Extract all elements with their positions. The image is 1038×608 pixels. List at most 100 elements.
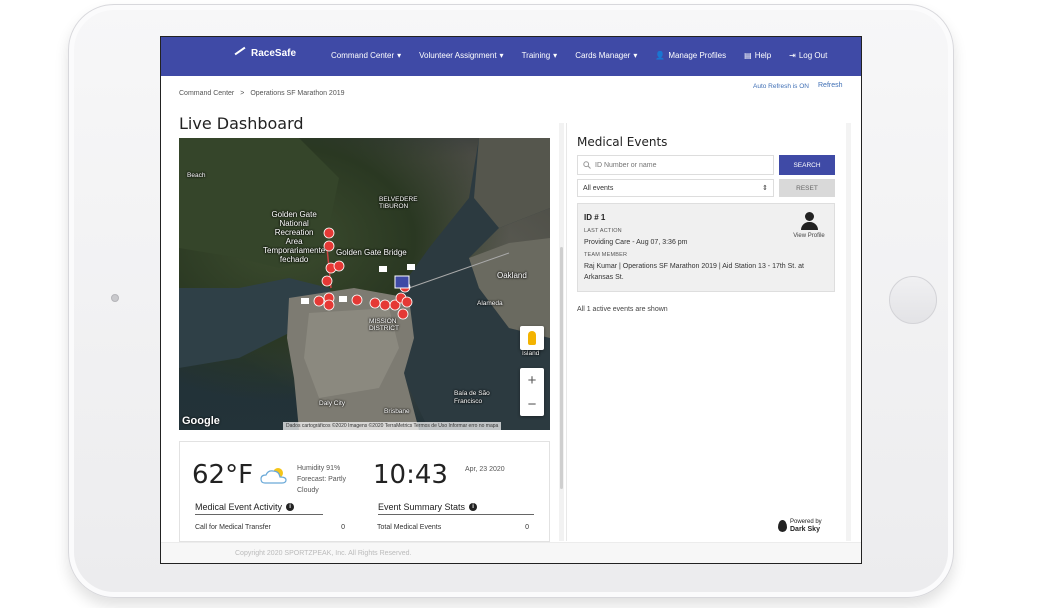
right-scrollbar[interactable]	[846, 123, 851, 541]
event-id: ID # 1	[584, 213, 606, 222]
map-label-oakland: Oakland	[497, 271, 527, 280]
map-label-brisbane: Brisbane	[384, 408, 410, 415]
reset-button[interactable]: RESET	[779, 179, 835, 197]
stat-label: Call for Medical Transfer	[195, 524, 271, 531]
map-label-gg-park: Golden Gate National Recreation Area Tem…	[263, 210, 326, 264]
main-content: Command Center > Operations SF Marathon …	[161, 76, 861, 542]
search-button[interactable]: SEARCH	[779, 155, 835, 175]
nav-help[interactable]: ▤ Help	[744, 51, 771, 60]
nav-training[interactable]: Training ▾	[522, 51, 558, 60]
person-body-icon	[800, 222, 818, 230]
person-icon: 👤	[655, 51, 666, 60]
map[interactable]: Beach BELVEDERE TIBURON Golden Gate Nati…	[179, 138, 550, 430]
home-button[interactable]	[889, 276, 937, 324]
caret-down-icon: ▾	[499, 51, 504, 60]
humidity: Humidity 91%	[297, 465, 341, 472]
info-icon[interactable]: i	[469, 503, 478, 511]
screen: RaceSafe Command Center ▾ Volunteer Assig…	[160, 36, 862, 564]
partly-cloudy-icon	[260, 468, 287, 484]
dark-sky-icon	[778, 520, 787, 532]
stat-value: 0	[341, 524, 345, 531]
filter-value: All events	[583, 184, 614, 192]
breadcrumb: Command Center > Operations SF Marathon …	[179, 90, 345, 97]
forecast: Forecast: Partly Cloudy	[297, 476, 347, 494]
logo-icon	[233, 47, 247, 59]
section-title: Event Summary Stats	[378, 502, 466, 512]
event-card[interactable]: ID # 1 LAST ACTION Providing Care - Aug …	[577, 203, 835, 292]
caret-down-icon: ▾	[553, 51, 558, 60]
map-label-beach: Beach	[187, 172, 206, 179]
last-action-value: Providing Care - Aug 07, 3:36 pm	[584, 239, 688, 246]
stat-label: Total Medical Events	[377, 524, 442, 531]
breadcrumb-home[interactable]: Command Center	[179, 90, 234, 97]
dark-sky-label: Dark Sky	[790, 526, 820, 533]
event-filter-select[interactable]: All events ⇕	[577, 179, 774, 197]
info-icon[interactable]: i	[286, 503, 295, 511]
team-member-label: TEAM MEMBER	[584, 252, 628, 258]
map-label-belvedere: BELVEDERE TIBURON	[379, 196, 418, 210]
breadcrumb-separator: >	[240, 90, 245, 97]
nav-volunteer-assignment[interactable]: Volunteer Assignment ▾	[419, 51, 503, 60]
nav-label: Cards Manager	[575, 51, 631, 60]
nav-label: Log Out	[798, 51, 828, 60]
medical-event-activity-heading: Medical Event Activity i	[195, 502, 323, 515]
select-arrows-icon: ⇕	[762, 185, 768, 192]
zoom-out-button[interactable]: −	[520, 392, 544, 416]
search-input[interactable]	[595, 161, 765, 169]
nav-cards-manager[interactable]: Cards Manager ▾	[575, 51, 637, 60]
left-scrollbar[interactable]	[559, 123, 564, 541]
date: Apr, 23 2020	[465, 466, 505, 473]
nav-log-out[interactable]: ⇥ Log Out	[789, 51, 827, 60]
page-title: Live Dashboard	[179, 114, 304, 133]
map-label-alameda: Alameda	[477, 300, 503, 307]
team-member-value: Raj Kumar | Operations SF Marathon 2019 …	[584, 263, 804, 281]
logout-icon: ⇥	[789, 51, 796, 60]
nav-menu: Command Center ▾ Volunteer Assignment ▾ Tr…	[331, 51, 827, 60]
camera-icon	[111, 294, 119, 302]
powered-by-dark-sky[interactable]: Powered by Dark Sky	[778, 519, 822, 533]
search-icon	[583, 161, 591, 169]
stat-value: 0	[525, 524, 529, 531]
events-shown-text: All 1 active events are shown	[577, 306, 668, 313]
pegman-icon	[528, 331, 536, 345]
book-icon: ▤	[744, 51, 752, 60]
scroll-thumb[interactable]	[560, 247, 563, 489]
copyright: Copyright 2020 SPORTZPEAK, Inc. All Righ…	[235, 550, 412, 557]
map-terrain	[179, 138, 550, 430]
nav-label: Help	[754, 51, 772, 60]
stat-row: Call for Medical Transfer 0	[195, 524, 345, 531]
map-label-bay: Baía de São Francisco	[454, 390, 490, 405]
auto-refresh-status[interactable]: Auto Refresh is ON	[753, 83, 809, 90]
weather-info: Humidity 91% Forecast: Partly Cloudy	[297, 463, 359, 496]
refresh-link[interactable]: Refresh	[818, 82, 843, 89]
stat-row: Total Medical Events 0	[377, 524, 529, 531]
nav-manage-profiles[interactable]: 👤 Manage Profiles	[655, 51, 726, 60]
navbar: RaceSafe Command Center ▾ Volunteer Assig…	[161, 37, 861, 76]
medical-events-title: Medical Events	[577, 135, 668, 149]
medical-events-panel: Medical Events SEARCH All events ⇕ RESET…	[566, 123, 844, 541]
nav-label: Training	[521, 51, 551, 60]
footer: Copyright 2020 SPORTZPEAK, Inc. All Righ…	[161, 542, 861, 563]
weather-stats-panel: 62°F Humidity 91% Forecast: Partly Cloud…	[179, 441, 550, 542]
last-action-label: LAST ACTION	[584, 228, 622, 234]
nav-command-center[interactable]: Command Center ▾	[331, 51, 401, 60]
section-title: Medical Event Activity	[195, 502, 283, 512]
map-label-mission: MISSION DISTRICT	[369, 318, 399, 332]
temperature: 62°F	[192, 460, 254, 490]
nav-label: Manage Profiles	[668, 51, 727, 60]
map-attribution[interactable]: Dados cartográficos ©2020 Imagens ©2020 …	[283, 422, 502, 430]
zoom-control: + −	[520, 368, 544, 416]
zoom-in-button[interactable]: +	[520, 368, 544, 392]
caret-down-icon: ▾	[633, 51, 638, 60]
street-view-button[interactable]	[520, 326, 544, 350]
search-box	[577, 155, 774, 175]
person-icon	[804, 212, 814, 221]
map-label-island: Island	[522, 350, 540, 357]
map-label-daly-city: Daly City	[319, 400, 346, 407]
powered-by-label: Powered by	[790, 519, 822, 525]
app-logo[interactable]: RaceSafe	[233, 47, 296, 59]
clock: 10:43	[373, 460, 448, 490]
view-profile-button[interactable]: View Profile	[789, 212, 829, 239]
event-summary-stats-heading: Event Summary Stats i	[378, 502, 534, 515]
google-logo: Google	[182, 415, 220, 427]
